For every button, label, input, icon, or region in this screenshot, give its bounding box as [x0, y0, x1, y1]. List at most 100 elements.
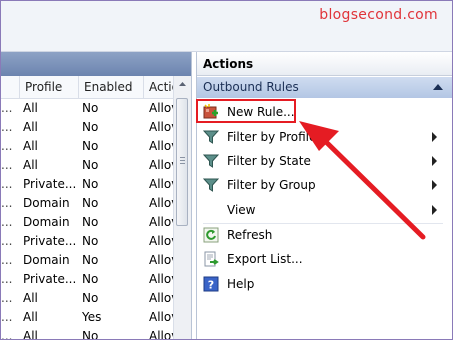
- row-profile-cell: Private...: [23, 272, 77, 286]
- row-action-cell: Allov: [149, 329, 173, 340]
- row-name-cell: ...: [1, 101, 13, 115]
- action-label: View: [227, 203, 256, 217]
- table-header: Profile Enabled Actio: [1, 76, 179, 99]
- row-name-cell: ...: [1, 196, 13, 210]
- row-profile-cell: All: [23, 139, 38, 153]
- row-name-cell: ...: [1, 272, 13, 286]
- row-profile-cell: All: [23, 101, 38, 115]
- column-header-action[interactable]: Actio: [143, 76, 179, 98]
- actions-title: Actions: [197, 52, 452, 76]
- table-row[interactable]: ... All No Allov: [1, 156, 173, 175]
- row-name-cell: ...: [1, 291, 13, 305]
- table-row[interactable]: ... All Yes Allov: [1, 308, 173, 327]
- filter-icon: [202, 177, 220, 193]
- row-name-cell: ...: [1, 120, 13, 134]
- table-body: ... All No Allov... All No Allov... All No Allov.…: [1, 99, 173, 340]
- watermark: blogsecond.com: [319, 7, 438, 23]
- row-action-cell: Allov: [149, 291, 173, 305]
- row-profile-cell: Domain: [23, 196, 70, 210]
- column-header-profile[interactable]: Profile: [19, 76, 79, 98]
- row-name-cell: ...: [1, 139, 13, 153]
- section-outbound-rules[interactable]: Outbound Rules: [197, 77, 452, 98]
- scroll-up-icon[interactable]: [174, 76, 191, 92]
- table-row[interactable]: ... Domain No Allov: [1, 251, 173, 270]
- submenu-arrow-icon: [432, 132, 437, 142]
- submenu-arrow-icon: [432, 156, 437, 166]
- row-profile-cell: All: [23, 158, 38, 172]
- action-refresh[interactable]: Refresh: [197, 223, 452, 247]
- row-action-cell: Allov: [149, 253, 173, 267]
- row-profile-cell: All: [23, 291, 38, 305]
- table-row[interactable]: ... All No Allov: [1, 99, 173, 118]
- row-action-cell: Allov: [149, 234, 173, 248]
- table-row[interactable]: ... Private... No Allov: [1, 232, 173, 251]
- row-action-cell: Allov: [149, 177, 173, 191]
- column-header-enabled[interactable]: Enabled: [78, 76, 143, 98]
- actions-pane: Actions Outbound Rules New Rule... Filte…: [196, 52, 452, 339]
- submenu-arrow-icon: [432, 205, 437, 215]
- action-filter-by-state[interactable]: Filter by State: [197, 149, 452, 173]
- rules-panel-header: [1, 52, 191, 76]
- export-icon: [203, 251, 219, 267]
- row-enabled-cell: No: [82, 120, 99, 134]
- row-name-cell: ...: [1, 158, 13, 172]
- scrollbar-thumb[interactable]: [176, 98, 188, 226]
- filter-icon: [202, 129, 220, 145]
- row-action-cell: Allov: [149, 139, 173, 153]
- row-enabled-cell: No: [82, 158, 99, 172]
- action-help[interactable]: ? Help: [197, 272, 452, 296]
- row-action-cell: Allov: [149, 196, 173, 210]
- row-profile-cell: All: [23, 120, 38, 134]
- row-enabled-cell: No: [82, 253, 99, 267]
- row-action-cell: Allov: [149, 120, 173, 134]
- table-row[interactable]: ... Private... No Allov: [1, 175, 173, 194]
- row-action-cell: Allov: [149, 101, 173, 115]
- table-row[interactable]: ... All No Allov: [1, 137, 173, 156]
- row-enabled-cell: Yes: [82, 310, 102, 324]
- row-enabled-cell: No: [82, 215, 99, 229]
- action-label: Filter by Group: [227, 178, 316, 192]
- submenu-arrow-icon: [432, 180, 437, 190]
- table-row[interactable]: ... Domain No Allov: [1, 213, 173, 232]
- row-profile-cell: All: [23, 329, 38, 340]
- action-label: Filter by State: [227, 154, 311, 168]
- row-action-cell: Allov: [149, 158, 173, 172]
- row-enabled-cell: No: [82, 196, 99, 210]
- row-action-cell: Allov: [149, 272, 173, 286]
- row-enabled-cell: No: [82, 234, 99, 248]
- action-label: Refresh: [227, 228, 273, 242]
- table-row[interactable]: ... All No Allov: [1, 118, 173, 137]
- highlight-box: [196, 99, 296, 123]
- row-enabled-cell: No: [82, 291, 99, 305]
- help-icon: ?: [203, 276, 219, 292]
- action-filter-by-profile[interactable]: Filter by Profile: [197, 125, 452, 149]
- action-label: Help: [227, 277, 255, 291]
- action-export-list[interactable]: Export List...: [197, 247, 452, 271]
- row-profile-cell: Domain: [23, 215, 70, 229]
- collapse-icon[interactable]: [433, 84, 443, 90]
- row-enabled-cell: No: [82, 272, 99, 286]
- table-row[interactable]: ... Domain No Allov: [1, 194, 173, 213]
- vertical-scrollbar[interactable]: [173, 76, 191, 339]
- column-header-name[interactable]: [1, 76, 19, 98]
- refresh-icon: [203, 227, 219, 243]
- row-profile-cell: All: [23, 310, 38, 324]
- action-view[interactable]: View: [197, 198, 452, 222]
- row-name-cell: ...: [1, 177, 13, 191]
- row-enabled-cell: No: [82, 177, 99, 191]
- row-profile-cell: Private...: [23, 234, 77, 248]
- row-enabled-cell: No: [82, 139, 99, 153]
- row-action-cell: Allov: [149, 215, 173, 229]
- row-name-cell: ...: [1, 310, 13, 324]
- table-row[interactable]: ... All No Allov: [1, 327, 173, 340]
- table-row[interactable]: ... All No Allov: [1, 289, 173, 308]
- row-name-cell: ...: [1, 234, 13, 248]
- action-filter-by-group[interactable]: Filter by Group: [197, 173, 452, 197]
- row-name-cell: ...: [1, 215, 13, 229]
- action-new-rule[interactable]: New Rule...: [196, 99, 452, 124]
- row-enabled-cell: No: [82, 329, 99, 340]
- table-row[interactable]: ... Private... No Allov: [1, 270, 173, 289]
- row-action-cell: Allov: [149, 310, 173, 324]
- top-toolbar-area: blogsecond.com: [1, 1, 452, 52]
- filter-icon: [202, 153, 220, 169]
